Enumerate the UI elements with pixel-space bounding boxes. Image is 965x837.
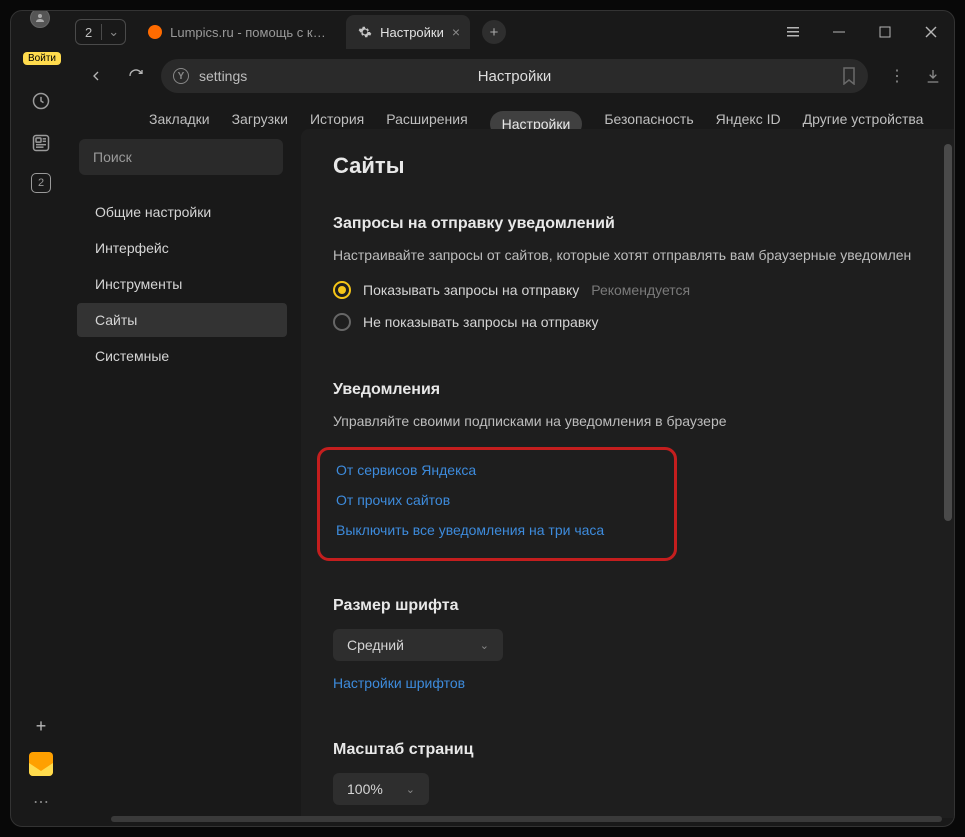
horizontal-scrollbar[interactable] <box>77 816 944 824</box>
menu-dots-icon[interactable]: ⋮ <box>886 66 908 86</box>
more-icon[interactable]: ⋯ <box>29 790 53 814</box>
mail-icon[interactable] <box>29 752 53 776</box>
titlebar: Войти 2 ⌄ Lumpics.ru - помощь с ком Наст… <box>11 11 954 53</box>
section-title-scale: Масштаб страниц <box>333 741 922 759</box>
close-icon[interactable]: × <box>452 24 460 40</box>
minimize-button[interactable] <box>816 11 862 53</box>
section-desc: Управляйте своими подписками на уведомле… <box>333 413 922 429</box>
radio-row-show[interactable]: Показывать запросы на отправку Рекоменду… <box>333 281 922 299</box>
section-title-notifications: Уведомления <box>333 381 922 399</box>
login-button[interactable]: Войти <box>23 52 61 65</box>
radio-row-hide[interactable]: Не показывать запросы на отправку <box>333 313 922 331</box>
highlight-annotation: От сервисов Яндекса От прочих сайтов Вык… <box>317 447 677 561</box>
download-icon[interactable] <box>922 68 944 84</box>
select-value: Средний <box>347 637 404 653</box>
sidebar-item[interactable]: Сайты <box>77 303 287 337</box>
tab-count-box[interactable]: 2 <box>31 173 51 193</box>
link-disable-3h[interactable]: Выключить все уведомления на три часа <box>336 522 658 538</box>
gear-icon <box>358 25 372 39</box>
yandex-icon: Y <box>173 68 189 84</box>
tab-count: 2 <box>76 25 101 40</box>
radio-label: Не показывать запросы на отправку <box>363 314 599 330</box>
plus-icon[interactable]: + <box>29 714 53 738</box>
address-bar-row: Y settings Настройки ⋮ <box>11 53 954 99</box>
reload-button[interactable] <box>121 61 151 91</box>
radio-label: Показывать запросы на отправку <box>363 282 579 298</box>
left-rail: 2 + ⋯ <box>11 81 71 826</box>
settings-sidebar: Поиск Общие настройкиИнтерфейсИнструмент… <box>71 129 301 818</box>
sidebar-item[interactable]: Общие настройки <box>77 195 287 229</box>
maximize-button[interactable] <box>862 11 908 53</box>
sidebar-item[interactable]: Системные <box>77 339 287 373</box>
link-font-settings[interactable]: Настройки шрифтов <box>333 675 922 691</box>
radio-icon[interactable] <box>333 313 351 331</box>
tab-title: Lumpics.ru - помощь с ком <box>170 25 326 40</box>
avatar[interactable] <box>30 10 50 28</box>
chevron-down-icon: ⌄ <box>480 639 489 652</box>
feed-icon[interactable] <box>29 131 53 155</box>
select-value: 100% <box>347 781 383 797</box>
page-title: Настройки <box>478 68 552 85</box>
new-tab-button[interactable]: + <box>482 20 506 44</box>
scroll-thumb[interactable] <box>944 321 952 521</box>
font-size-select[interactable]: Средний ⌄ <box>333 629 503 661</box>
link-yandex-services[interactable]: От сервисов Яндекса <box>336 462 658 478</box>
section-title-font: Размер шрифта <box>333 597 922 615</box>
section-title-notify-req: Запросы на отправку уведомлений <box>333 215 922 233</box>
radio-icon[interactable] <box>333 281 351 299</box>
tab-title: Настройки <box>380 25 444 40</box>
page-scale-select[interactable]: 100% ⌄ <box>333 773 429 805</box>
bookmark-icon[interactable] <box>842 67 856 85</box>
section-desc: Настраивайте запросы от сайтов, которые … <box>333 247 922 263</box>
back-button[interactable] <box>81 61 111 91</box>
radio-hint: Рекомендуется <box>591 282 690 298</box>
page-heading: Сайты <box>333 153 922 179</box>
address-bar[interactable]: Y settings Настройки <box>161 59 868 93</box>
url-text: settings <box>199 68 247 84</box>
favicon-icon <box>148 25 162 39</box>
sidebar-item[interactable]: Интерфейс <box>77 231 287 265</box>
chevron-down-icon[interactable]: ⌄ <box>101 24 125 40</box>
settings-main: Сайты Запросы на отправку уведомлений На… <box>301 129 954 818</box>
search-input[interactable]: Поиск <box>79 139 283 175</box>
clock-icon[interactable] <box>29 89 53 113</box>
tab-inactive[interactable]: Lumpics.ru - помощь с ком <box>136 15 336 49</box>
link-other-sites[interactable]: От прочих сайтов <box>336 492 658 508</box>
scroll-thumb[interactable] <box>111 816 942 822</box>
chevron-down-icon: ⌄ <box>406 783 415 796</box>
window-scrollbar[interactable] <box>942 11 952 826</box>
tab-active[interactable]: Настройки × <box>346 15 470 49</box>
sidebar-item[interactable]: Инструменты <box>77 267 287 301</box>
tab-counter[interactable]: 2 ⌄ <box>75 19 126 45</box>
menu-button[interactable] <box>770 11 816 53</box>
